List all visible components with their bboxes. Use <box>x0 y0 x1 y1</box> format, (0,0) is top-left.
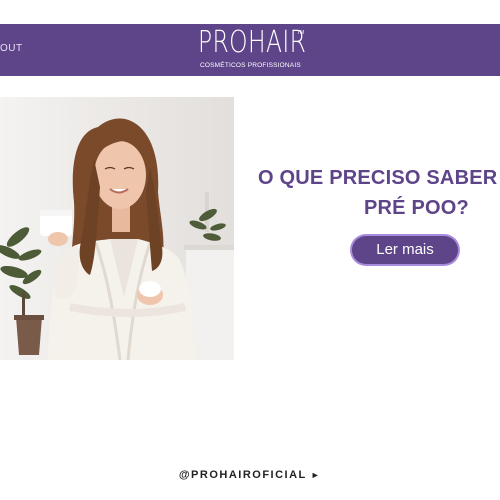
logo-title: PROHAIR <box>198 25 307 60</box>
play-arrow-icon: ► <box>310 470 322 480</box>
article-headline: O QUE PRECISO SABER PRÉ POO? <box>258 163 500 223</box>
instagram-handle: @PROHAIROFICIAL <box>178 469 307 481</box>
headline-line-1: O QUE PRECISO SABER <box>258 167 498 189</box>
top-header: OUT PROHAIR TM COSMÉTICOS PROFISSIONAIS <box>0 24 500 76</box>
headline-line-2: PRÉ POO? <box>364 197 469 219</box>
hero-photo-woman-in-robe <box>0 97 234 360</box>
prohair-logo[interactable]: PROHAIR TM COSMÉTICOS PROFISSIONAIS <box>198 28 306 74</box>
instagram-link[interactable]: @PROHAIROFICIAL ► <box>0 469 500 481</box>
read-more-button[interactable]: Ler mais <box>352 236 458 264</box>
logo-trademark: TM <box>297 30 305 36</box>
logo-subtitle: COSMÉTICOS PROFISSIONAIS <box>200 62 301 69</box>
nav-link-about[interactable]: OUT <box>0 43 23 54</box>
